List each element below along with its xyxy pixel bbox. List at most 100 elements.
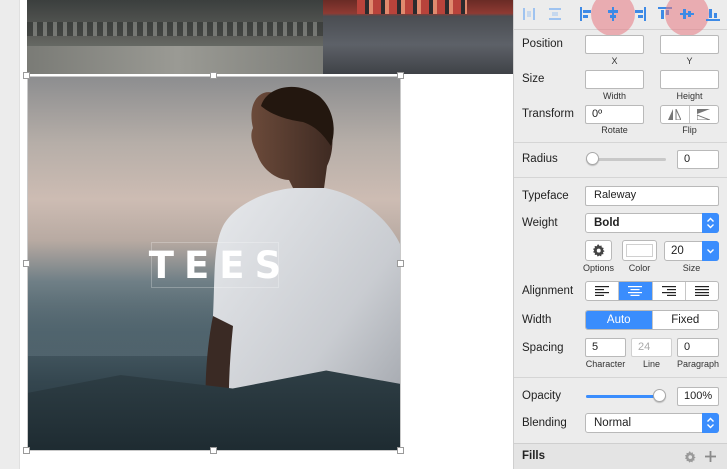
text-align-justify-icon <box>694 286 709 296</box>
opacity-label: Opacity <box>522 390 561 402</box>
blending-select-value: Normal <box>594 417 632 429</box>
flip-vertical-icon <box>697 109 711 120</box>
text-align-left-icon <box>595 286 610 296</box>
flip-button-group <box>660 105 719 124</box>
resize-handle-top[interactable] <box>210 72 217 79</box>
align-middle-vertically-icon <box>680 9 694 19</box>
position-label: Position <box>522 38 563 50</box>
chevron-up-down-icon <box>702 413 719 433</box>
align-horizontal-center-icon <box>608 7 618 21</box>
width-mode-label: Width <box>522 314 552 326</box>
options-caption: Options <box>582 263 615 273</box>
width-fixed-button[interactable]: Fixed <box>653 311 719 329</box>
resize-handle-top-left[interactable] <box>23 72 30 79</box>
resize-handle-bottom-left[interactable] <box>23 447 30 454</box>
paragraph-caption: Paragraph <box>676 359 720 369</box>
align-bottom-edge-icon <box>706 9 720 21</box>
image-detail <box>27 22 327 36</box>
flip-vertical-button[interactable] <box>690 106 718 123</box>
slider-knob[interactable] <box>586 152 599 165</box>
section-divider <box>514 377 727 378</box>
line-spacing-field[interactable]: 24 <box>631 338 672 357</box>
image-detail <box>357 0 467 14</box>
line-caption: Line <box>642 359 660 369</box>
resize-handle-right[interactable] <box>397 260 404 267</box>
text-layer[interactable]: TEES <box>149 242 281 288</box>
position-x-field[interactable] <box>585 35 644 54</box>
typeface-field[interactable]: Raleway <box>585 186 719 206</box>
align-right-edge-icon <box>635 7 646 21</box>
text-align-justify-button[interactable] <box>686 282 718 300</box>
resize-handle-left[interactable] <box>23 260 30 267</box>
radius-label: Radius <box>522 153 558 165</box>
align-bottom-button[interactable] <box>704 5 722 23</box>
flip-horizontal-icon <box>668 109 682 120</box>
blending-label: Blending <box>522 417 567 429</box>
position-x-caption: X <box>611 56 618 66</box>
rotate-field[interactable]: 0º <box>585 105 644 124</box>
plus-icon[interactable] <box>704 450 717 463</box>
distribute-horizontal-icon <box>523 8 535 20</box>
flip-caption: Flip <box>682 125 697 135</box>
character-spacing-field[interactable]: 5 <box>585 338 626 357</box>
height-field[interactable] <box>660 70 719 89</box>
align-vertical-center-button[interactable] <box>665 0 709 36</box>
text-align-left-button[interactable] <box>586 282 620 300</box>
spacing-label: Spacing <box>522 342 564 354</box>
image-layer-top[interactable] <box>27 0 513 74</box>
text-layer-content: TEES <box>148 243 292 287</box>
radius-slider[interactable] <box>586 152 666 166</box>
flip-horizontal-button[interactable] <box>661 106 690 123</box>
chevron-down-icon <box>702 241 719 261</box>
canvas-left-gutter <box>0 0 20 469</box>
text-align-right-icon <box>661 286 676 296</box>
align-right-button[interactable] <box>630 5 648 23</box>
fills-section-header[interactable]: Fills <box>514 443 727 469</box>
blending-select[interactable]: Normal <box>585 413 719 433</box>
weight-select[interactable]: Bold <box>585 213 719 233</box>
section-divider <box>514 142 727 143</box>
text-color-well[interactable] <box>622 240 657 261</box>
text-alignment-control <box>585 281 719 301</box>
font-size-value: 20 <box>671 245 684 257</box>
radius-field[interactable]: 0 <box>677 150 719 169</box>
image-detail <box>27 46 327 74</box>
slider-knob[interactable] <box>653 389 666 402</box>
size-label: Size <box>522 73 545 85</box>
gear-icon[interactable] <box>684 451 696 463</box>
resize-handle-top-right[interactable] <box>397 72 404 79</box>
position-y-caption: Y <box>686 56 693 66</box>
text-options-button[interactable] <box>585 240 612 261</box>
weight-label: Weight <box>522 217 558 229</box>
font-size-combo[interactable]: 20 <box>664 241 719 261</box>
text-align-right-button[interactable] <box>653 282 686 300</box>
opacity-slider[interactable] <box>586 389 666 403</box>
design-canvas[interactable]: TEES <box>0 0 513 469</box>
height-caption: Height <box>676 91 703 101</box>
slider-fill <box>586 395 660 398</box>
transform-label: Transform <box>522 108 574 120</box>
text-align-center-button[interactable] <box>619 282 653 300</box>
character-caption: Character <box>585 359 626 369</box>
chevron-up-down-icon <box>702 213 719 233</box>
width-auto-button[interactable]: Auto <box>586 311 653 329</box>
resize-handle-bottom[interactable] <box>210 447 217 454</box>
alignment-toolbar <box>514 0 727 36</box>
rotate-caption: Rotate <box>601 125 628 135</box>
text-align-center-icon <box>628 286 643 296</box>
align-horizontal-center-button[interactable] <box>591 0 635 36</box>
color-caption: Color <box>628 263 651 273</box>
color-swatch-white <box>626 244 653 257</box>
opacity-field[interactable]: 100% <box>677 387 719 406</box>
resize-handle-bottom-right[interactable] <box>397 447 404 454</box>
width-field[interactable] <box>585 70 644 89</box>
paragraph-spacing-field[interactable]: 0 <box>677 338 719 357</box>
size-caption: Size <box>682 263 701 273</box>
width-caption: Width <box>602 91 626 101</box>
distribute-horizontal-button[interactable] <box>520 5 538 23</box>
typeface-label: Typeface <box>522 190 569 202</box>
position-y-field[interactable] <box>660 35 719 54</box>
distribute-vertical-button[interactable] <box>546 5 564 23</box>
alignment-label: Alignment <box>522 285 574 297</box>
fills-label: Fills <box>522 450 546 462</box>
